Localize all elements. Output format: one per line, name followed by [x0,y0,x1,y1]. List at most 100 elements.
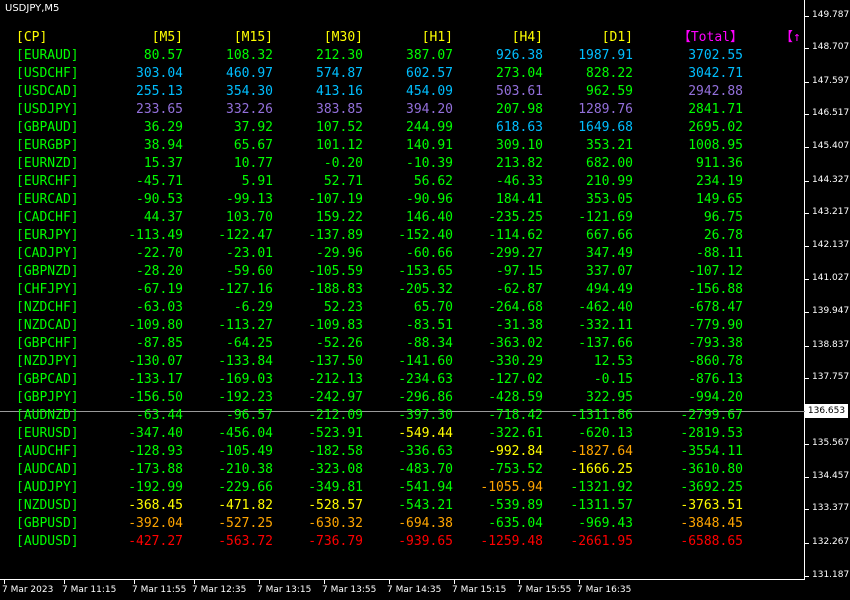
time-tick [389,580,390,584]
pair-name: [CADCHF] [16,210,79,225]
timeframe-value: -229.66 [218,480,273,495]
price-tick-label: 141.027 [812,273,850,283]
column-header: [H1] [421,30,453,45]
pair-name: [GBPAUD] [16,120,79,135]
time-axis[interactable]: 7 Mar 2023 7 Mar 11:15 7 Mar 11:55 7 Mar 12… [0,580,805,600]
time-tick [259,580,260,584]
time-tick-label: 7 Mar 15:15 [452,585,507,595]
time-tick [519,580,520,584]
timeframe-value: -169.03 [218,372,273,387]
total-value: 26.78 [703,228,743,243]
timeframe-value: -694.38 [398,516,453,531]
timeframe-value: 337.07 [586,264,633,279]
column-header: [CP] [16,30,48,45]
timeframe-value: -133.84 [218,354,273,369]
pair-name: [NZDUSD] [16,498,79,513]
timeframe-value: 52.23 [323,300,363,315]
timeframe-value: -45.71 [136,174,183,189]
time-tick [579,580,580,584]
timeframe-value: 101.12 [316,138,363,153]
total-value: 2841.71 [688,102,743,117]
timeframe-value: -563.72 [218,534,273,549]
total-value: -3554.11 [680,444,743,459]
total-value: -156.88 [688,282,743,297]
pair-name: [GBPNZD] [16,264,79,279]
column-header: [M5] [151,30,183,45]
timeframe-value: 460.97 [226,66,273,81]
total-value: -860.78 [688,354,743,369]
pair-name: [EURCHF] [16,174,79,189]
timeframe-value: -114.62 [488,228,543,243]
timeframe-value: -137.66 [578,336,633,351]
timeframe-value: 140.91 [406,138,453,153]
price-tick-label: 137.757 [812,372,850,382]
timeframe-value: 454.09 [406,84,453,99]
total-value: -6588.65 [680,534,743,549]
timeframe-value: 1649.68 [578,120,633,135]
timeframe-value: 213.82 [496,156,543,171]
timeframe-value: -2661.95 [570,534,633,549]
timeframe-value: -59.60 [226,264,273,279]
timeframe-value: -368.45 [128,498,183,513]
price-tick [805,346,809,347]
timeframe-value: 962.59 [586,84,633,99]
timeframe-value: -113.49 [128,228,183,243]
column-header: [D1] [601,30,633,45]
price-tick [805,181,809,182]
timeframe-value: -397.30 [398,408,453,423]
timeframe-value: -428.59 [488,390,543,405]
price-tick [805,213,809,214]
timeframe-value: -264.68 [488,300,543,315]
timeframe-value: 159.22 [316,210,363,225]
timeframe-value: -992.84 [488,444,543,459]
timeframe-value: -60.66 [406,246,453,261]
total-value: -793.38 [688,336,743,351]
timeframe-value: -107.19 [308,192,363,207]
timeframe-value: -83.51 [406,318,453,333]
timeframe-value: -549.44 [398,426,453,441]
timeframe-value: 65.67 [233,138,273,153]
timeframe-value: 926.38 [496,48,543,63]
timeframe-value: -113.27 [218,318,273,333]
timeframe-value: 146.40 [406,210,453,225]
timeframe-value: -10.39 [406,156,453,171]
total-value: 3702.55 [688,48,743,63]
total-value: 2695.02 [688,120,743,135]
timeframe-value: 103.70 [226,210,273,225]
timeframe-value: 65.70 [413,300,453,315]
timeframe-value: -97.15 [496,264,543,279]
timeframe-value: -1055.94 [480,480,543,495]
timeframe-value: 354.30 [226,84,273,99]
chart-area[interactable]: USDJPY,M5 [CP] [M5] [M15] [M30] [H1] [H4] [D1]… [0,0,805,580]
price-tick-label: 148.707 [812,42,850,52]
timeframe-value: -471.82 [218,498,273,513]
timeframe-value: 233.65 [136,102,183,117]
timeframe-value: -90.53 [136,192,183,207]
timeframe-value: 273.04 [496,66,543,81]
timeframe-value: -156.50 [128,390,183,405]
price-axis[interactable]: 149.787 148.707 147.597 146.517 145.407 144.3… [805,0,850,580]
pair-name: [AUDCAD] [16,462,79,477]
timeframe-value: -242.97 [308,390,363,405]
time-tick [194,580,195,584]
timeframe-value: -543.21 [398,498,453,513]
timeframe-value: -152.40 [398,228,453,243]
time-tick [454,580,455,584]
price-tick-label: 132.267 [812,537,850,547]
timeframe-value: 602.57 [406,66,453,81]
timeframe-value: -620.13 [578,426,633,441]
total-value: -107.12 [688,264,743,279]
timeframe-value: 107.52 [316,120,363,135]
timeframe-value: -99.13 [226,192,273,207]
total-value: 149.65 [696,192,743,207]
column-header: [M30] [323,30,363,45]
timeframe-value: 210.99 [586,174,633,189]
timeframe-value: 10.77 [233,156,273,171]
timeframe-value: 303.04 [136,66,183,81]
total-value: 2942.88 [688,84,743,99]
timeframe-value: -105.49 [218,444,273,459]
pair-name: [CADJPY] [16,246,79,261]
timeframe-value: -210.38 [218,462,273,477]
price-tick [805,477,809,478]
timeframe-value: -336.63 [398,444,453,459]
